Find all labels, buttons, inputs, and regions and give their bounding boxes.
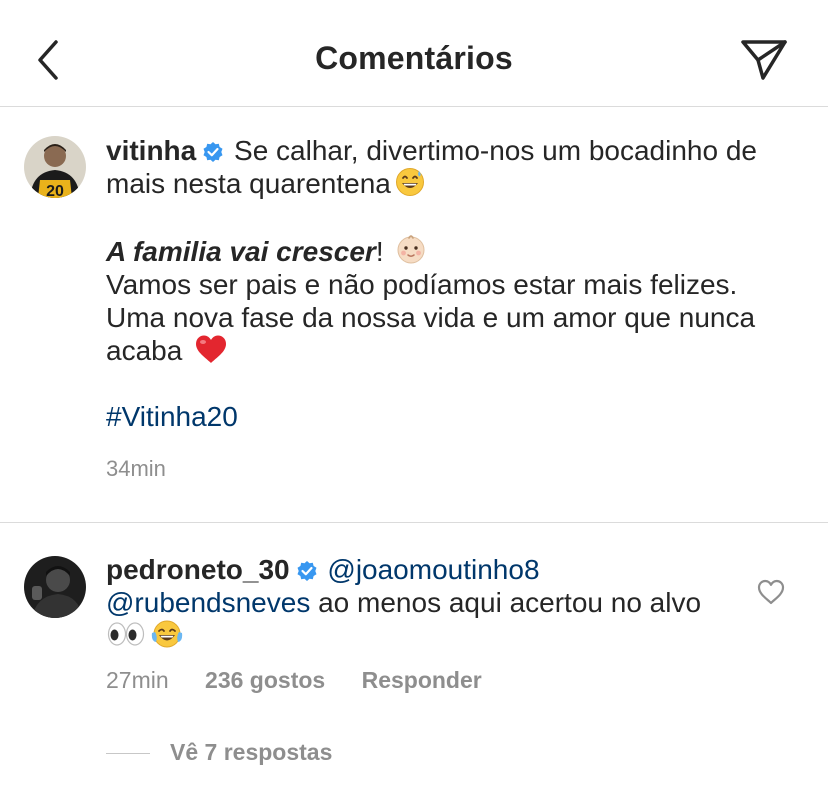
verified-badge-icon: [203, 142, 223, 162]
svg-text:20: 20: [46, 183, 64, 198]
avatar-pedroneto[interactable]: [24, 556, 86, 618]
paper-plane-icon: [741, 40, 787, 80]
reply-button[interactable]: Responder: [362, 667, 482, 694]
comment-username[interactable]: pedroneto_30: [106, 554, 290, 585]
comment-timestamp: 27min: [106, 667, 169, 693]
post-caption: vitinha Se calhar, divertimo-nos um boca…: [106, 134, 796, 485]
heart-outline-icon: [757, 579, 785, 605]
announcement-text: Vamos ser pais e não podíamos estar mais…: [106, 268, 796, 367]
announcement-suffix: !: [375, 236, 384, 267]
comment-meta: 27min 236 gostos Responder: [106, 667, 482, 694]
mention-link[interactable]: @rubendsneves: [106, 587, 310, 618]
like-comment-button[interactable]: [756, 578, 786, 606]
post-timestamp: 34min: [106, 456, 166, 481]
caption-divider: [0, 522, 828, 523]
avatar-vitinha[interactable]: 20: [24, 136, 86, 198]
avatar-image: [24, 556, 86, 618]
post-username[interactable]: vitinha: [106, 135, 196, 166]
comment-body: pedroneto_30 @joaomoutinho8 @rubendsneve…: [106, 553, 746, 652]
hashtag-link[interactable]: #Vitinha20: [106, 401, 238, 432]
view-replies-button[interactable]: Vê 7 respostas: [106, 739, 332, 766]
comment-text: ao menos aqui acertou no alvo: [318, 587, 702, 618]
share-button[interactable]: [738, 36, 790, 84]
grinning-sweat-emoji-icon: [395, 168, 424, 196]
tears-of-joy-emoji-icon: [151, 620, 183, 648]
replies-divider-line: [106, 753, 150, 755]
page-title: Comentários: [315, 40, 513, 76]
header-bar: Comentários: [0, 0, 828, 107]
announcement-phrase: A familia vai crescer: [106, 236, 376, 267]
mention-link[interactable]: @joaomoutinho8: [327, 554, 539, 585]
verified-badge-icon: [297, 561, 317, 581]
red-heart-emoji-icon: [196, 335, 227, 363]
eyes-emoji-icon: [107, 622, 145, 646]
view-replies-label: Vê 7 respostas: [170, 739, 333, 765]
comment-likes[interactable]: 236 gostos: [205, 667, 325, 694]
avatar-image: 20: [24, 136, 86, 198]
baby-emoji-icon: [397, 235, 425, 264]
